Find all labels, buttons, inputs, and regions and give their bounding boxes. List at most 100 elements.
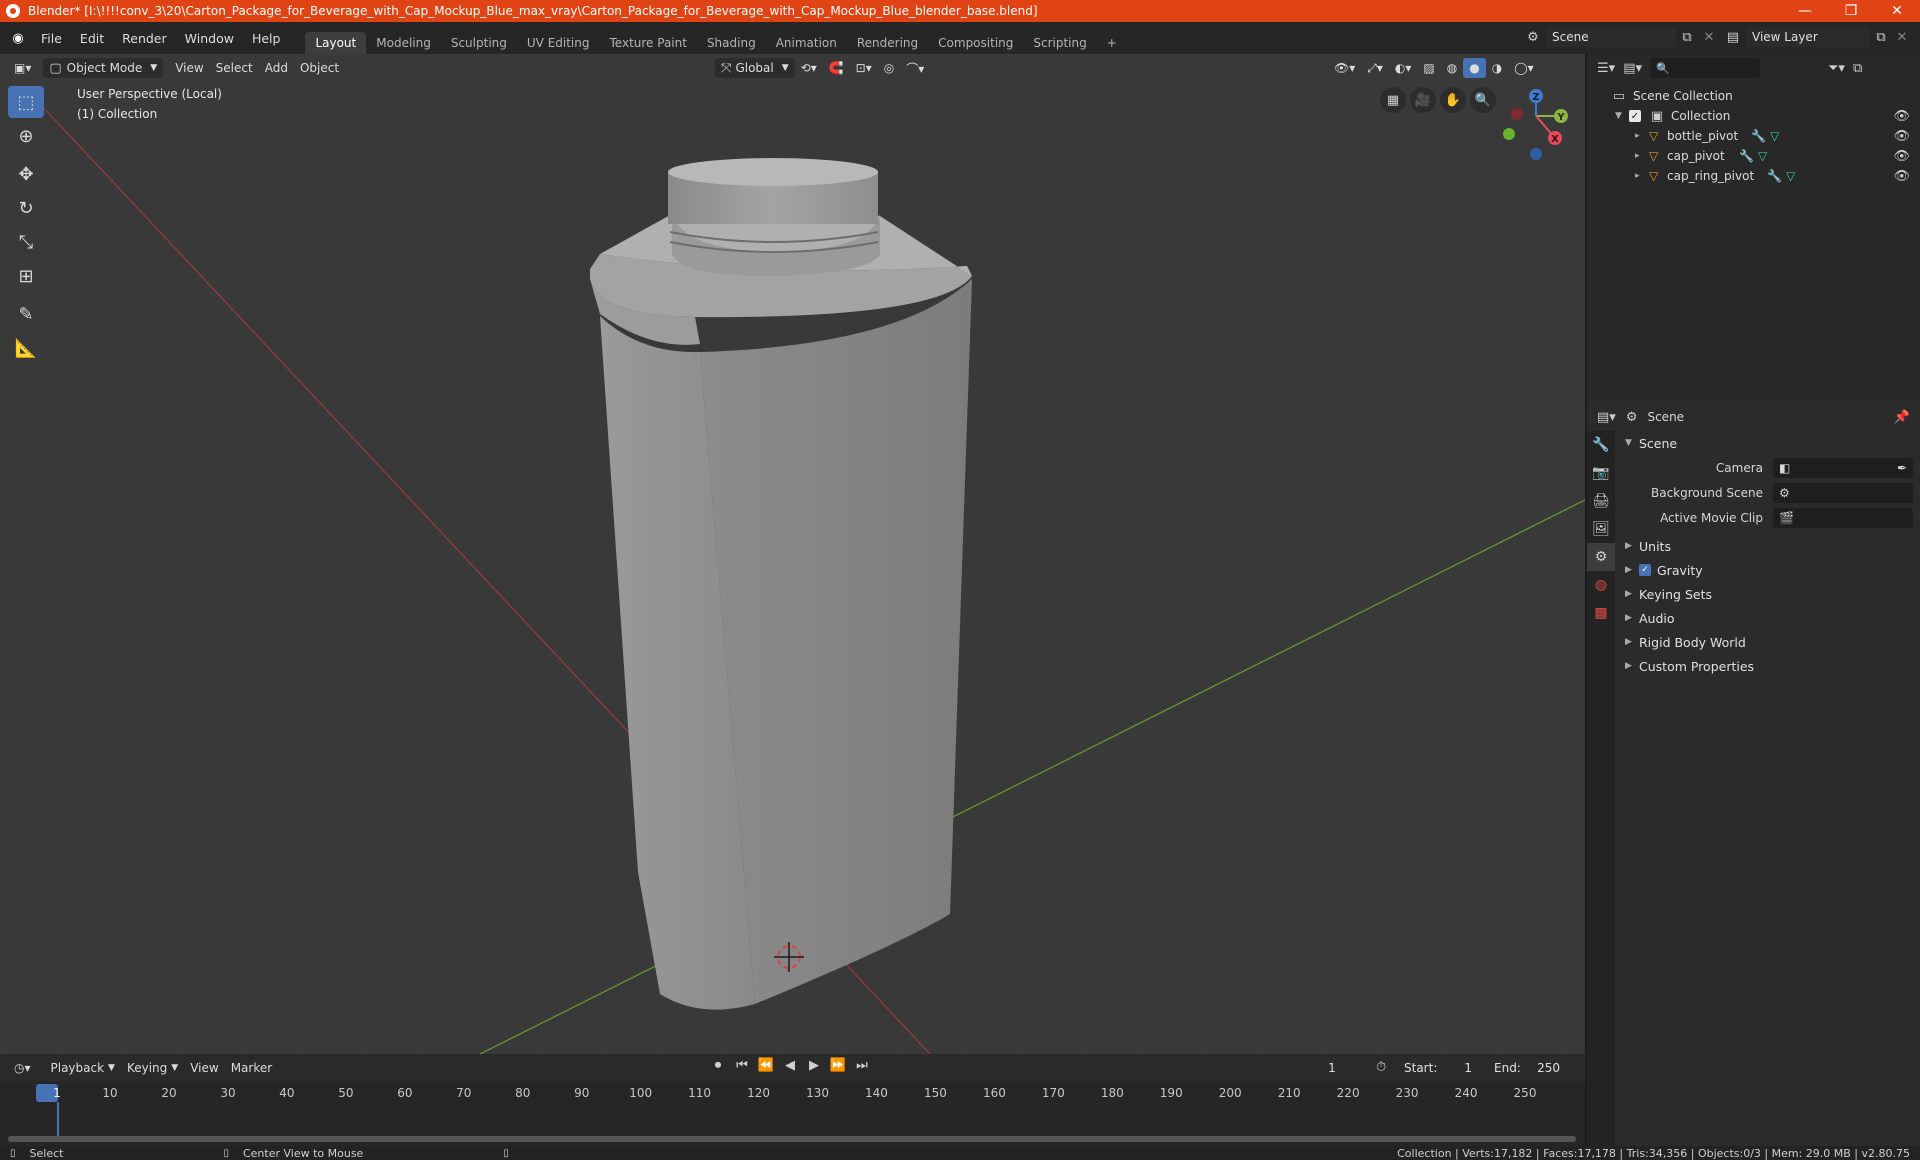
pin-icon[interactable]: 📌 [1894, 410, 1910, 425]
falloff-icon[interactable]: ⌒▾ [900, 58, 930, 78]
tab-sculpting[interactable]: Sculpting [441, 32, 517, 54]
menu-help[interactable]: Help [243, 31, 290, 46]
eye-icon[interactable]: 👁 [1893, 149, 1910, 164]
menu-timeline-view[interactable]: View [184, 1058, 224, 1078]
menu-edit[interactable]: Edit [71, 31, 113, 46]
view-layer-field[interactable]: View Layer [1746, 27, 1870, 47]
cursor-tool-icon[interactable]: ⊕ [8, 120, 44, 152]
menu-playback[interactable]: Playback ▼ [45, 1058, 121, 1078]
snap-target-icon[interactable]: ⊡▾ [850, 58, 878, 78]
scene-name-field[interactable]: Scene [1546, 27, 1676, 47]
timeline-editor[interactable]: ◷▾ Playback ▼ Keying ▼ View Marker ⏺ ⏮ ⏪ ◀… [0, 1054, 1585, 1146]
properties-editor-icon[interactable]: ▤▾ [1597, 410, 1616, 425]
material-shading-icon[interactable]: ◑ [1486, 58, 1508, 78]
eye-icon[interactable]: 👁 [1893, 169, 1910, 184]
tree-row-collection[interactable]: ▼ ✓ ▣ Collection 👁 [1587, 106, 1920, 126]
pivot-point-icon[interactable]: ⟲▾ [795, 58, 823, 78]
snap-icon[interactable]: 🧲 [823, 58, 850, 78]
scene-section-header[interactable]: ▼ Scene [1615, 431, 1920, 455]
orientation-select[interactable]: ⤧ Global ▼ [715, 58, 795, 78]
pan-hand-icon[interactable]: ✋ [1440, 87, 1466, 113]
proportional-edit-icon[interactable]: ◎ [878, 58, 900, 78]
menu-add[interactable]: Add [259, 58, 294, 78]
display-mode-icon[interactable]: ▤▾ [1623, 61, 1642, 76]
background-scene-field[interactable]: ⚙ [1773, 482, 1913, 503]
camera-field[interactable]: ◧ ✒ [1773, 457, 1913, 478]
overlay-toggle-icon[interactable]: ◐▾ [1389, 58, 1418, 78]
rigid-body-world-panel[interactable]: ▶ Rigid Body World [1615, 630, 1920, 654]
3d-viewport[interactable]: Z Y X ▣▾ ▢ Object Mode ▼ View Select Add O… [0, 54, 1585, 1054]
filter-icon[interactable]: ⏷▾ [1828, 61, 1845, 76]
scene-tab-icon[interactable]: ⚙ [1587, 543, 1615, 571]
select-box-tool-icon[interactable]: ⬚ [8, 86, 44, 118]
visibility-icon[interactable]: 👁▾ [1328, 58, 1361, 78]
new-scene-icon[interactable]: ⧉ [1676, 30, 1698, 45]
outliner[interactable]: ☰▾ ▤▾ 🔍 ⏷▾ ⧉ ▭ Scene Collection ▼ ✓ ▣ Co… [1587, 54, 1920, 401]
minimize-button[interactable]: — [1782, 0, 1828, 22]
tab-rendering[interactable]: Rendering [847, 32, 928, 54]
audio-panel[interactable]: ▶ Audio [1615, 606, 1920, 630]
xray-icon[interactable]: ▨ [1417, 58, 1440, 78]
close-button[interactable]: ✕ [1874, 0, 1920, 22]
wireframe-shading-icon[interactable]: ◍ [1441, 58, 1463, 78]
new-collection-icon[interactable]: ⧉ [1853, 61, 1862, 76]
tab-compositing[interactable]: Compositing [928, 32, 1023, 54]
menu-window[interactable]: Window [176, 31, 243, 46]
zoom-icon[interactable]: 🔍 [1470, 87, 1496, 113]
current-frame-field[interactable]: 1 [1296, 1058, 1368, 1078]
gravity-panel[interactable]: ▶ ✓ Gravity [1615, 558, 1920, 582]
jump-end-icon[interactable]: ⏭ [852, 1058, 872, 1073]
render-tab-icon[interactable]: 📷 [1587, 459, 1615, 487]
texture-tab-icon[interactable]: ▩ [1587, 599, 1615, 627]
tab-uv-editing[interactable]: UV Editing [517, 32, 600, 54]
tab-shading[interactable]: Shading [697, 32, 766, 54]
expand-icon[interactable]: ▸ [1635, 131, 1649, 141]
stopwatch-icon[interactable]: ⏱ [1376, 1060, 1386, 1075]
tab-layout[interactable]: Layout [305, 32, 367, 54]
rendered-shading-icon[interactable]: ◯▾ [1508, 58, 1539, 78]
prev-keyframe-icon[interactable]: ⏪ [756, 1058, 776, 1073]
world-tab-icon[interactable]: ◍ [1587, 571, 1615, 599]
blender-menu-icon[interactable]: ◉ [4, 31, 32, 46]
collection-checkbox[interactable]: ✓ [1629, 110, 1641, 122]
keying-sets-panel[interactable]: ▶ Keying Sets [1615, 582, 1920, 606]
expand-collection-icon[interactable]: ▼ [1615, 111, 1629, 121]
end-frame-field[interactable]: End: 250 [1488, 1058, 1566, 1078]
menu-object[interactable]: Object [294, 58, 345, 78]
play-reverse-icon[interactable]: ◀ [780, 1058, 800, 1073]
mode-select[interactable]: ▢ Object Mode ▼ [43, 58, 164, 78]
outliner-search-input[interactable]: 🔍 [1650, 58, 1760, 78]
record-icon[interactable]: ⏺ [708, 1058, 728, 1073]
timeline-scrollbar[interactable] [8, 1136, 1576, 1142]
menu-file[interactable]: File [32, 31, 71, 46]
scene-icon[interactable]: ⚙ [1520, 30, 1546, 45]
menu-select[interactable]: Select [210, 58, 259, 78]
solid-shading-icon[interactable]: ● [1463, 58, 1486, 78]
move-tool-icon[interactable]: ✥ [8, 158, 44, 190]
outliner-editor-icon[interactable]: ☰▾ [1597, 61, 1615, 76]
delete-view-layer-icon[interactable]: ✕ [1892, 30, 1912, 45]
eye-icon[interactable]: 👁 [1893, 129, 1910, 144]
next-keyframe-icon[interactable]: ⏩ [828, 1058, 848, 1073]
tab-modeling[interactable]: Modeling [366, 32, 441, 54]
units-panel[interactable]: ▶ Units [1615, 534, 1920, 558]
menu-marker[interactable]: Marker [225, 1058, 278, 1078]
annotate-tool-icon[interactable]: ✎ [8, 298, 44, 330]
measure-tool-icon[interactable]: 📐 [8, 332, 44, 364]
restore-button[interactable]: ❐ [1828, 0, 1874, 22]
expand-icon[interactable]: ▸ [1635, 151, 1649, 161]
tab-scripting[interactable]: Scripting [1023, 32, 1096, 54]
editor-type-icon[interactable]: ▣▾ [8, 58, 37, 78]
frame-ruler[interactable]: 1 10 20 30 40 50 60 70 80 90 100 110 120 130 140 150 160… [0, 1082, 1585, 1146]
transform-tool-icon[interactable]: ⊞ [8, 260, 44, 292]
menu-view[interactable]: View [169, 58, 209, 78]
eyedropper-icon[interactable]: ✒ [1897, 461, 1907, 475]
output-tab-icon[interactable]: 🖨 [1587, 487, 1615, 515]
gravity-checkbox[interactable]: ✓ [1639, 564, 1651, 576]
tree-row-cap-ring-pivot[interactable]: ▸ ▽ cap_ring_pivot 🔧 ▽ 👁 [1587, 166, 1920, 186]
menu-render[interactable]: Render [113, 31, 176, 46]
new-view-layer-icon[interactable]: ⧉ [1870, 30, 1892, 45]
custom-properties-panel[interactable]: ▶ Custom Properties [1615, 654, 1920, 678]
tab-animation[interactable]: Animation [766, 32, 847, 54]
add-workspace-button[interactable]: + [1097, 32, 1127, 54]
